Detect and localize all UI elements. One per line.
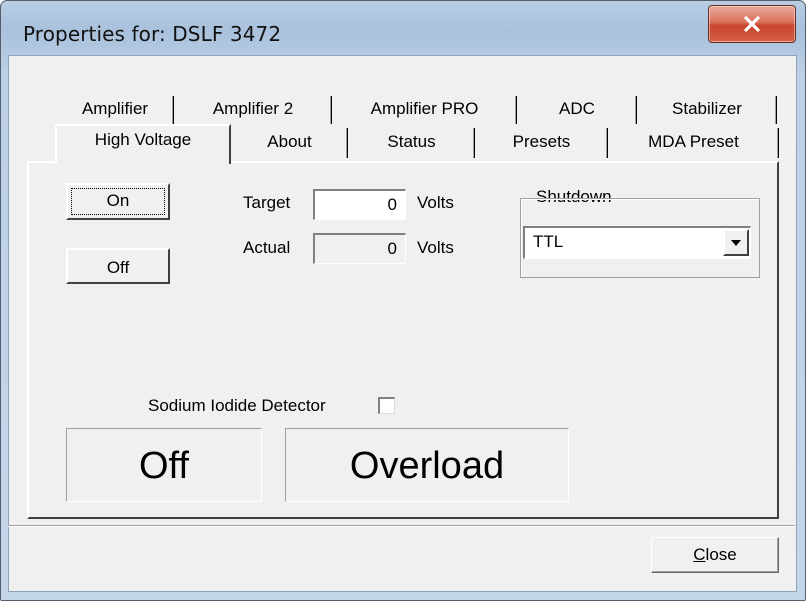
actual-label: Actual [243, 238, 291, 257]
window-title: Properties for: DSLF 3472 [23, 22, 282, 46]
window-close-button[interactable] [708, 5, 796, 43]
tab-amplifier-2[interactable]: Amplifier 2 [174, 96, 332, 124]
chevron-down-icon [731, 239, 741, 246]
tab-status[interactable]: Status [348, 128, 475, 158]
target-voltage-input[interactable]: 0 [313, 189, 406, 220]
tab-label: ADC [559, 99, 595, 118]
tab-amplifier-pro[interactable]: Amplifier PRO [332, 96, 517, 124]
off-button[interactable]: Off [66, 248, 170, 284]
actual-unit: Volts [417, 238, 454, 257]
tab-presets[interactable]: Presets [475, 128, 608, 158]
power-status: Off [66, 428, 262, 502]
detector-checkbox[interactable] [378, 397, 395, 414]
tab-stabilizer[interactable]: Stabilizer [637, 96, 777, 124]
tab-label: Amplifier 2 [212, 99, 294, 118]
tab-label: Amplifier PRO [370, 99, 479, 118]
tab-mda-preset[interactable]: MDA Preset [608, 128, 779, 158]
close-button-label: Close [693, 545, 736, 564]
tab-label: Status [387, 132, 436, 151]
tab-adc[interactable]: ADC [517, 96, 637, 124]
tab-label: About [267, 132, 312, 151]
off-button-label: Off [106, 258, 130, 277]
shutdown-selected-value: TTL [533, 232, 564, 251]
focus-rectangle [71, 188, 165, 215]
target-unit: Volts [417, 193, 454, 212]
close-button[interactable]: Close [651, 537, 779, 573]
dropdown-button[interactable] [723, 229, 749, 256]
overload-status: Overload [285, 428, 569, 502]
tab-label: High Voltage [94, 130, 192, 149]
actual-voltage-field: 0 [313, 233, 406, 264]
detector-label: Sodium Iodide Detector [148, 396, 326, 415]
tab-high-voltage[interactable]: High Voltage [55, 124, 231, 164]
tab-label: Stabilizer [672, 99, 742, 118]
close-icon [744, 16, 760, 32]
close-label-rest: lose [705, 545, 737, 564]
footer-divider [8, 525, 795, 527]
tab-amplifier[interactable]: Amplifier [56, 96, 174, 124]
tab-about[interactable]: About [231, 128, 348, 158]
target-label: Target [243, 193, 291, 212]
tab-label: Presets [512, 132, 571, 151]
shutdown-select[interactable]: TTL [523, 226, 751, 259]
on-button[interactable]: On [66, 183, 170, 220]
tab-label: Amplifier [81, 99, 149, 118]
tab-label: MDA Preset [648, 132, 739, 151]
close-label-mnemonic: C [693, 545, 706, 564]
